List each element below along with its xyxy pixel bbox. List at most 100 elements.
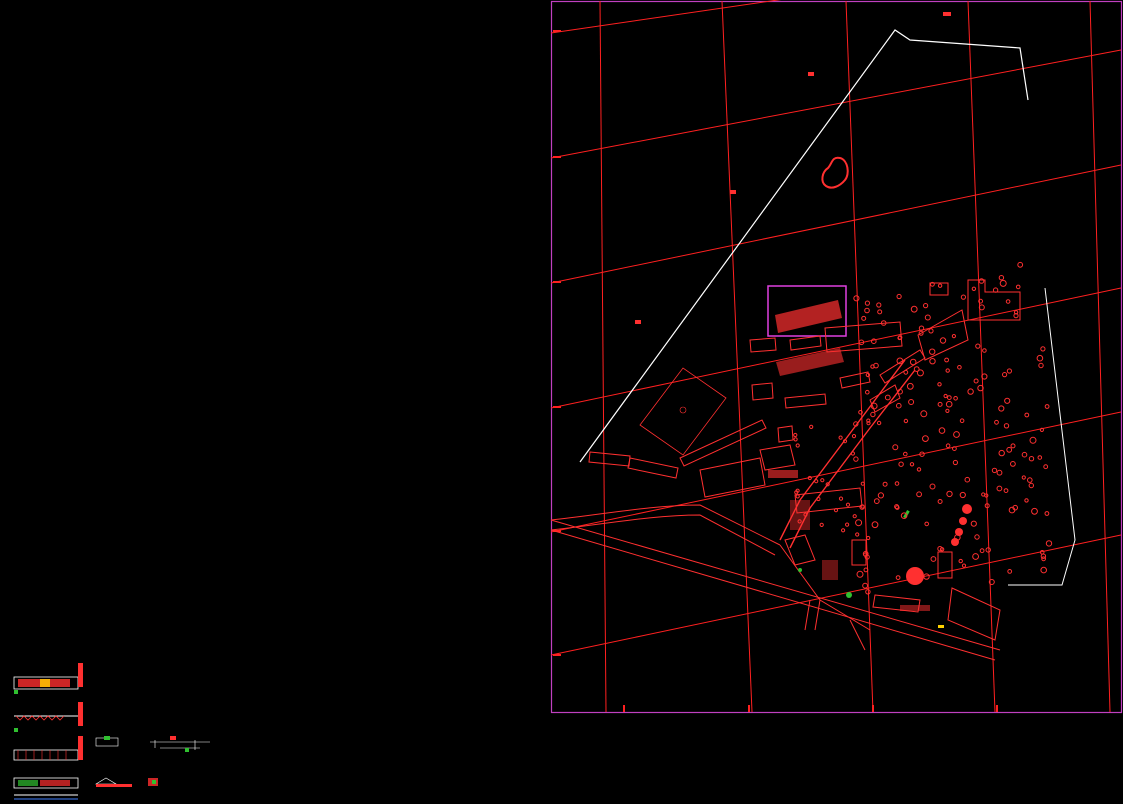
tree-symbol <box>957 365 962 370</box>
spot-marker <box>635 320 641 324</box>
tree-symbol <box>920 410 928 418</box>
thumbnail-line <box>15 715 65 721</box>
spot-markers <box>635 12 951 324</box>
tree-symbol <box>864 307 870 314</box>
tree-symbol <box>1010 443 1016 449</box>
tree-symbol <box>951 334 957 339</box>
shrub <box>846 592 852 598</box>
tree-symbol <box>971 286 977 291</box>
tree-symbol <box>1002 372 1008 378</box>
tree-symbol <box>937 382 942 387</box>
building <box>879 349 926 384</box>
tree-symbol <box>845 502 851 507</box>
grid-tick <box>748 705 750 712</box>
grid-line <box>550 534 1122 656</box>
tree-symbol <box>981 492 986 497</box>
tree-symbol <box>876 420 882 426</box>
grid-tick <box>553 156 561 158</box>
tree-symbol <box>923 303 929 309</box>
tree-symbol <box>929 348 936 355</box>
building <box>784 393 827 409</box>
tree-symbol <box>1024 412 1030 418</box>
tree-symbol <box>1043 464 1049 470</box>
tree-symbol <box>842 439 848 444</box>
tree-symbol <box>928 328 934 334</box>
hatched-building <box>776 348 844 376</box>
tree-symbol <box>855 519 863 527</box>
tree-symbol <box>877 309 883 315</box>
layout-thumbnails[interactable] <box>13 663 210 800</box>
tree-symbol <box>960 294 967 300</box>
road-edge <box>849 619 866 651</box>
tree-symbol <box>866 535 871 541</box>
tree-symbol <box>903 451 908 457</box>
tree-symbol <box>996 485 1003 492</box>
tree-symbol <box>1040 346 1046 352</box>
tree-symbol <box>1039 427 1045 432</box>
building <box>789 335 822 351</box>
tree-symbol <box>862 582 868 589</box>
tree-symbol <box>1045 540 1053 547</box>
tree-symbol <box>894 481 900 486</box>
tree-symbol <box>877 492 885 499</box>
tree <box>959 517 967 525</box>
grid-ticks <box>553 30 998 712</box>
tree-symbol <box>1044 404 1050 409</box>
tree-symbol <box>937 499 943 504</box>
tree-symbol <box>998 449 1005 457</box>
tree-symbol <box>916 491 922 498</box>
spot-marker <box>943 12 951 16</box>
tree-symbol <box>851 434 857 439</box>
tree-symbol <box>853 456 859 462</box>
thumbnail-fill <box>104 736 110 740</box>
tree-symbol <box>884 394 891 401</box>
road-edge <box>779 544 871 631</box>
tree-symbol <box>930 556 937 562</box>
tree-symbol <box>795 443 800 448</box>
building <box>839 371 871 389</box>
road-edge <box>550 519 1001 651</box>
detail-block <box>900 605 930 611</box>
tree-symbol <box>916 467 922 472</box>
tree-symbol <box>794 490 799 495</box>
tree-symbol <box>909 358 917 366</box>
tree-symbol <box>896 402 902 409</box>
tree-symbol <box>852 514 857 519</box>
tree-symbol <box>975 343 981 349</box>
tree-symbol <box>882 481 888 487</box>
grid-tick <box>996 705 998 712</box>
tree-symbol <box>922 435 929 443</box>
tree-symbol <box>916 369 924 377</box>
tree-symbol <box>998 405 1005 412</box>
tree-symbol <box>1037 455 1043 460</box>
tree-symbol <box>944 357 949 363</box>
sports-field-center <box>679 406 687 414</box>
tree-symbol <box>838 435 843 440</box>
tree-symbol <box>850 451 856 456</box>
tree-symbol <box>865 389 870 395</box>
thumbnail-fill <box>78 736 83 760</box>
tree-symbol <box>1006 446 1013 453</box>
tree-symbol <box>1040 566 1047 574</box>
tree-symbol <box>978 278 985 284</box>
tree-symbol <box>853 295 860 302</box>
tree-symbol <box>945 443 951 449</box>
tree-symbol <box>895 575 901 580</box>
building <box>937 551 953 579</box>
tree-symbol <box>959 418 965 424</box>
thumbnail-fill <box>40 780 70 786</box>
tree-symbol <box>1003 423 1010 429</box>
tree-symbol <box>924 314 931 321</box>
tree-symbol <box>903 418 909 424</box>
tree-symbol <box>929 358 936 365</box>
building <box>784 534 816 566</box>
tree-symbol <box>876 302 882 308</box>
building-l-shaped <box>967 279 1021 321</box>
tree-symbol <box>945 408 950 413</box>
thumbnail-sheet-4 <box>13 777 158 800</box>
thumbnail-sheet-1 <box>13 663 83 694</box>
tree-symbol <box>1028 482 1035 489</box>
tree-symbol <box>871 521 879 529</box>
tree-symbol <box>1015 284 1021 290</box>
grid-tick <box>623 705 625 712</box>
